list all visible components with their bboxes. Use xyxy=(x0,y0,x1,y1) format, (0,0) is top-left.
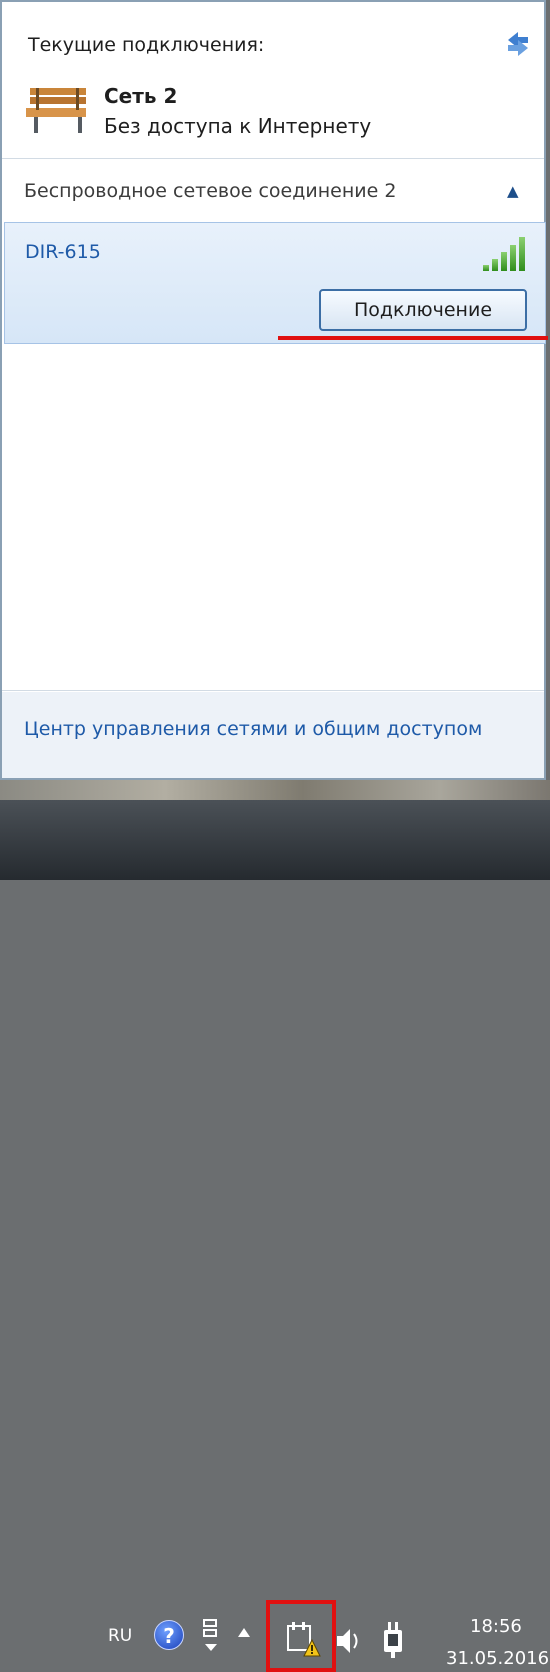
network-center-link[interactable]: Центр управления сетями и общим доступом xyxy=(24,718,482,740)
language-indicator[interactable]: RU xyxy=(108,1626,132,1646)
signal-strength-icon xyxy=(481,235,527,271)
highlight-underline xyxy=(278,336,548,340)
up-triangle-icon[interactable] xyxy=(238,1628,250,1637)
network-warning-tray[interactable] xyxy=(266,1600,336,1672)
wireless-network-item[interactable]: DIR-615 Подключение xyxy=(4,222,546,344)
current-connections-header: Текущие подключения: xyxy=(28,34,265,56)
clock-date[interactable]: 31.05.2016 xyxy=(446,1648,549,1669)
network-arrows-icon[interactable] xyxy=(200,1618,222,1654)
connect-button[interactable]: Подключение xyxy=(319,289,527,331)
wireless-section-title[interactable]: Беспроводное сетевое соединение 2 xyxy=(24,180,396,202)
network-name: Сеть 2 xyxy=(104,84,178,108)
refresh-arrows-icon[interactable] xyxy=(502,28,534,60)
help-question-icon[interactable]: ? xyxy=(154,1620,184,1650)
divider xyxy=(2,690,544,691)
network-ssid: DIR-615 xyxy=(25,241,101,263)
chevron-up-icon[interactable]: ▲ xyxy=(507,182,519,200)
network-status: Без доступа к Интернету xyxy=(104,114,372,138)
taskbar: RU ? 18:56 31.05.2016 xyxy=(0,800,550,1672)
network-flyout: Текущие подключения: Сеть 2 Без доступа … xyxy=(0,0,548,780)
network-warning-icon xyxy=(287,1622,321,1657)
clock-time[interactable]: 18:56 xyxy=(470,1616,522,1637)
desktop-wallpaper xyxy=(0,780,550,800)
power-plug-icon[interactable] xyxy=(378,1620,408,1660)
divider xyxy=(2,158,544,159)
bench-public-network-icon xyxy=(26,88,86,133)
speaker-icon[interactable] xyxy=(334,1624,364,1658)
